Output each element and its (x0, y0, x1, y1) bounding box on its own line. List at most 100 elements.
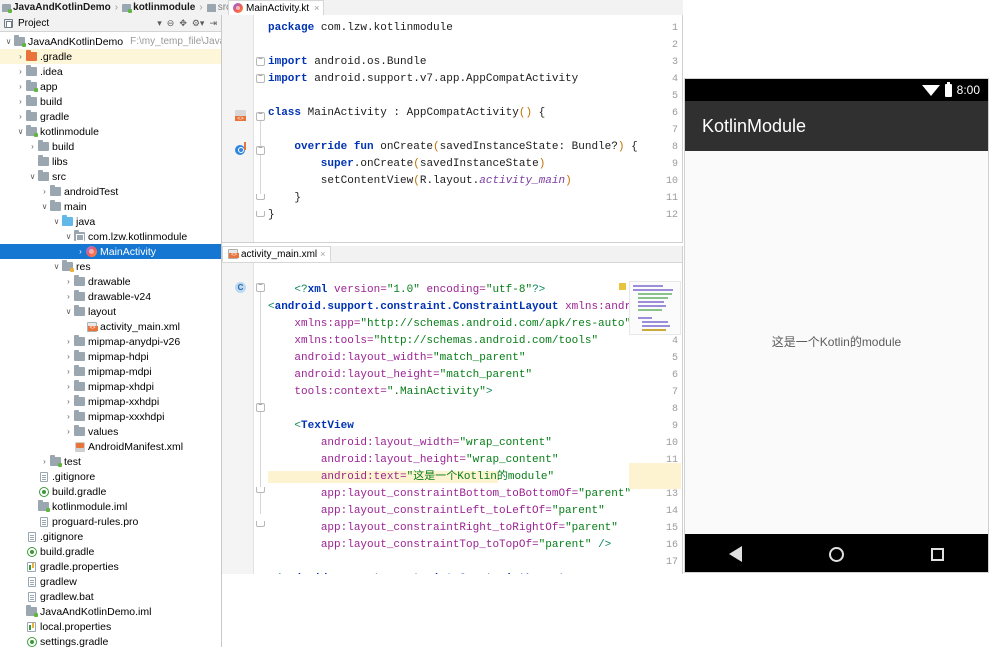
expand-icon[interactable]: ✥ (179, 19, 187, 28)
tree-node[interactable]: ∨res (0, 259, 221, 274)
tree-node[interactable]: build.gradle (0, 484, 221, 499)
tree-node[interactable]: ∨src (0, 169, 221, 184)
tree-node[interactable]: ›drawable-v24 (0, 289, 221, 304)
tree-node[interactable]: ›androidTest (0, 184, 221, 199)
home-circle-icon[interactable] (829, 547, 844, 562)
expand-arrow-icon[interactable]: ∨ (4, 37, 13, 46)
xml-gutter[interactable] (222, 263, 254, 574)
tree-node[interactable]: ∨JavaAndKotlinDemoF:\my_temp_file\JavaAn… (0, 34, 221, 49)
fold-handle-imports[interactable] (256, 57, 265, 66)
tree-node[interactable]: AndroidManifest.xml (0, 439, 221, 454)
breadcrumb-item-project[interactable]: JavaAndKotlinDemo (2, 2, 111, 13)
expand-arrow-icon[interactable]: › (64, 352, 73, 361)
tree-node[interactable]: ∨main (0, 199, 221, 214)
kotlin-code-editor[interactable]: 1package com.lzw.kotlinmodule23import an… (222, 15, 683, 243)
tree-node[interactable]: proguard-rules.pro (0, 514, 221, 529)
tree-node[interactable]: ›.gradle (0, 49, 221, 64)
warning-marker-icon[interactable] (619, 283, 626, 290)
tree-node[interactable]: ›.idea (0, 64, 221, 79)
tree-node[interactable]: local.properties (0, 619, 221, 634)
expand-arrow-icon[interactable]: ∨ (28, 172, 37, 181)
fold-handle-textview[interactable] (256, 403, 265, 412)
tree-node[interactable]: ›mipmap-anydpi-v26 (0, 334, 221, 349)
expand-arrow-icon[interactable]: › (40, 187, 49, 196)
tree-node[interactable]: ›test (0, 454, 221, 469)
android-emulator[interactable]: 8:00 KotlinModule 这是一个Kotlin的module (684, 78, 989, 573)
emulator-nav-bar[interactable] (685, 534, 988, 573)
tree-node[interactable]: gradle.properties (0, 559, 221, 574)
tree-node[interactable]: libs (0, 154, 221, 169)
tree-node[interactable]: ›mipmap-hdpi (0, 349, 221, 364)
hide-panel-icon[interactable]: ⇥ (209, 19, 217, 28)
back-triangle-icon[interactable] (729, 546, 742, 562)
expand-arrow-icon[interactable]: › (64, 367, 73, 376)
expand-arrow-icon[interactable]: › (64, 412, 73, 421)
close-icon[interactable]: × (314, 3, 319, 13)
tree-node[interactable]: activity_main.xml (0, 319, 221, 334)
fold-handle-end-textview[interactable] (256, 487, 265, 493)
tree-node[interactable]: ∨layout (0, 304, 221, 319)
expand-arrow-icon[interactable]: ∨ (64, 307, 73, 316)
expand-arrow-icon[interactable]: › (76, 247, 85, 256)
fold-handle-end-oncreate[interactable] (256, 194, 265, 200)
tree-node[interactable]: ›gradle (0, 109, 221, 124)
tree-node[interactable]: ›drawable (0, 274, 221, 289)
tree-node[interactable]: ›mipmap-xxxhdpi (0, 409, 221, 424)
fold-handle-root[interactable] (256, 283, 265, 292)
xml-code-editor[interactable]: activity_main.xml × 1 <?xml version="1.0… (222, 246, 683, 574)
tree-node[interactable]: ›values (0, 424, 221, 439)
expand-arrow-icon[interactable]: › (16, 67, 25, 76)
tree-node[interactable]: ›mipmap-xhdpi (0, 379, 221, 394)
code-minimap[interactable] (629, 281, 681, 335)
tab-activity-main-xml[interactable]: activity_main.xml × (222, 246, 331, 262)
fold-handle-import2[interactable] (256, 74, 265, 83)
expand-arrow-icon[interactable]: › (64, 382, 73, 391)
expand-arrow-icon[interactable]: ∨ (40, 202, 49, 211)
fold-handle-end-class[interactable] (256, 211, 265, 217)
fold-handle-oncreate[interactable] (256, 146, 265, 155)
expand-arrow-icon[interactable]: › (16, 97, 25, 106)
close-icon[interactable]: × (320, 249, 325, 259)
expand-arrow-icon[interactable]: › (64, 427, 73, 436)
view-dropdown-icon[interactable]: ▾ (157, 19, 162, 28)
tree-node[interactable]: build.gradle (0, 544, 221, 559)
tree-node[interactable]: .gitignore (0, 529, 221, 544)
project-tree[interactable]: ∨JavaAndKotlinDemoF:\my_temp_file\JavaAn… (0, 32, 221, 647)
expand-arrow-icon[interactable]: › (64, 397, 73, 406)
tree-node[interactable]: ∨kotlinmodule (0, 124, 221, 139)
expand-arrow-icon[interactable]: ∨ (52, 262, 61, 271)
expand-arrow-icon[interactable]: › (64, 337, 73, 346)
breadcrumb-item-module[interactable]: kotlinmodule (122, 2, 195, 13)
expand-arrow-icon[interactable]: › (64, 292, 73, 301)
fold-handle-end-root[interactable] (256, 521, 265, 527)
tree-node[interactable]: ›mipmap-mdpi (0, 364, 221, 379)
class-marker-icon[interactable]: C (235, 282, 246, 293)
tree-node[interactable]: ›app (0, 79, 221, 94)
fold-handle-class[interactable] (256, 112, 265, 121)
expand-arrow-icon[interactable]: › (28, 142, 37, 151)
gear-icon[interactable]: ⚙▾ (192, 19, 205, 28)
tree-node[interactable]: ›mipmap-xxhdpi (0, 394, 221, 409)
tree-node[interactable]: gradlew.bat (0, 589, 221, 604)
tree-node[interactable]: ∨java (0, 214, 221, 229)
tree-node[interactable]: .gitignore (0, 469, 221, 484)
expand-arrow-icon[interactable]: ∨ (52, 217, 61, 226)
collapse-all-icon[interactable]: ⊖ (167, 19, 175, 28)
expand-arrow-icon[interactable]: › (16, 82, 25, 91)
tree-node[interactable]: gradlew (0, 574, 221, 589)
tree-node[interactable]: ›MainActivity (0, 244, 221, 259)
expand-arrow-icon[interactable]: › (40, 457, 49, 466)
emulator-app-content[interactable]: 这是一个Kotlin的module (685, 151, 988, 534)
expand-arrow-icon[interactable]: › (16, 52, 25, 61)
expand-arrow-icon[interactable]: ∨ (16, 127, 25, 136)
tree-node[interactable]: settings.gradle (0, 634, 221, 647)
expand-arrow-icon[interactable]: › (16, 112, 25, 121)
expand-arrow-icon[interactable]: › (64, 277, 73, 286)
class-gutter-marker[interactable] (235, 110, 249, 123)
tree-node[interactable]: ›build (0, 139, 221, 154)
tree-node[interactable]: JavaAndKotlinDemo.iml (0, 604, 221, 619)
tree-node[interactable]: ›build (0, 94, 221, 109)
kotlin-gutter[interactable] (222, 15, 254, 243)
expand-arrow-icon[interactable]: ∨ (64, 232, 73, 241)
tab-mainactivity-kt[interactable]: MainActivity.kt × (228, 0, 324, 15)
